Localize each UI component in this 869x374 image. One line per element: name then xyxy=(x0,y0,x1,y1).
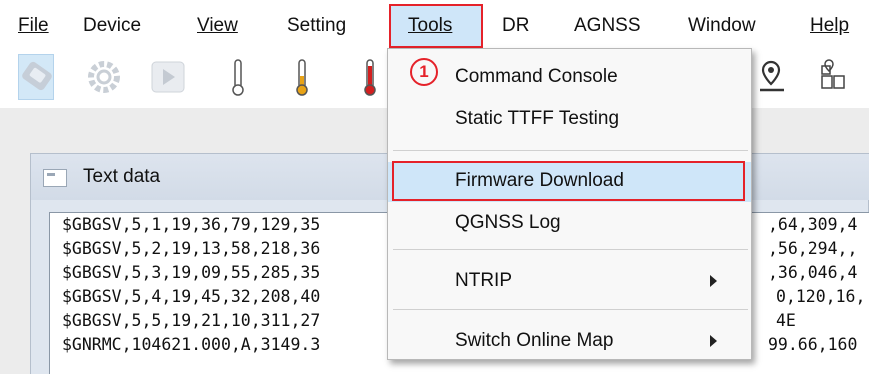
menu-item-label: NTRIP xyxy=(455,270,512,291)
text-line-fragment: ,36,046,4 xyxy=(768,263,858,282)
menu-item-ntrip[interactable]: NTRIP xyxy=(388,262,751,302)
menu-separator xyxy=(393,309,748,310)
menu-item-switch-online-map[interactable]: Switch Online Map xyxy=(388,322,751,362)
menu-tools-label: Tools xyxy=(408,15,453,36)
menu-agnss-label: AGNSS xyxy=(574,15,641,36)
menu-item-static-ttff-testing[interactable]: Static TTFF Testing xyxy=(388,100,751,140)
menu-separator xyxy=(393,150,748,151)
text-line: $GBGSV,5,4,19,45,32,208,40 xyxy=(62,287,321,306)
menu-item-qgnss-log[interactable]: QGNSS Log xyxy=(388,204,751,244)
window-icon xyxy=(43,169,67,187)
menu-item-label: Static TTFF Testing xyxy=(455,108,620,129)
menu-device[interactable]: Device xyxy=(83,14,141,38)
text-line: $GBGSV,5,1,19,36,79,129,35 xyxy=(62,215,321,234)
submenu-arrow-icon xyxy=(710,335,717,347)
menu-tools[interactable]: Tools xyxy=(408,14,452,38)
submenu-arrow-icon xyxy=(710,275,717,287)
menu-item-label: QGNSS Log xyxy=(455,212,561,233)
menu-file[interactable]: File xyxy=(18,14,49,38)
menu-view[interactable]: View xyxy=(197,14,238,38)
menu-item-command-console[interactable]: Command Console xyxy=(388,58,751,98)
tools-dropdown-menu: 1 Command Console Static TTFF Testing Fi… xyxy=(387,48,752,360)
menu-help[interactable]: Help xyxy=(810,14,849,38)
text-line: $GBGSV,5,5,19,21,10,311,27 xyxy=(62,311,321,330)
connect-icon[interactable] xyxy=(16,52,60,102)
menu-window[interactable]: Window xyxy=(688,14,756,38)
menu-view-label: View xyxy=(197,15,238,36)
menu-setting[interactable]: Setting xyxy=(287,14,346,38)
menu-help-label: Help xyxy=(810,15,850,36)
panel-title: Text data xyxy=(83,166,161,187)
text-line-fragment: 0,120,16, xyxy=(776,287,866,306)
text-line-fragment: 99.66,160 xyxy=(768,335,858,354)
thermometer-cold-icon[interactable] xyxy=(226,52,250,102)
text-line-fragment: ,56,294,, xyxy=(768,239,858,258)
menu-dr-label: DR xyxy=(502,15,530,36)
map-pin-icon[interactable] xyxy=(754,52,788,102)
thermometer-hot-icon[interactable] xyxy=(358,52,382,102)
settings-gear-icon[interactable] xyxy=(82,52,126,102)
text-line-fragment: ,64,309,4 xyxy=(768,215,858,234)
menu-separator xyxy=(393,249,748,250)
menu-bar: File Device View Setting Tools DR AGNSS … xyxy=(0,0,869,48)
map-grid-icon[interactable] xyxy=(814,52,848,102)
menu-item-label: Command Console xyxy=(455,66,618,87)
thermometer-warm-icon[interactable] xyxy=(290,52,314,102)
play-icon[interactable] xyxy=(146,52,190,102)
menu-device-label: Device xyxy=(83,15,142,36)
menu-window-label: Window xyxy=(688,15,756,36)
text-line: $GBGSV,5,3,19,09,55,285,35 xyxy=(62,263,321,282)
menu-item-label: Switch Online Map xyxy=(455,330,614,351)
menu-file-label: File xyxy=(18,15,49,36)
text-line: $GBGSV,5,2,19,13,58,218,36 xyxy=(62,239,321,258)
menu-dr[interactable]: DR xyxy=(502,14,529,38)
text-line: $GNRMC,104621.000,A,3149.3 xyxy=(62,335,321,354)
menu-agnss[interactable]: AGNSS xyxy=(574,14,641,38)
text-line-fragment: 4E xyxy=(776,311,796,330)
annotation-highlight-box xyxy=(392,161,745,201)
menu-setting-label: Setting xyxy=(287,15,347,36)
